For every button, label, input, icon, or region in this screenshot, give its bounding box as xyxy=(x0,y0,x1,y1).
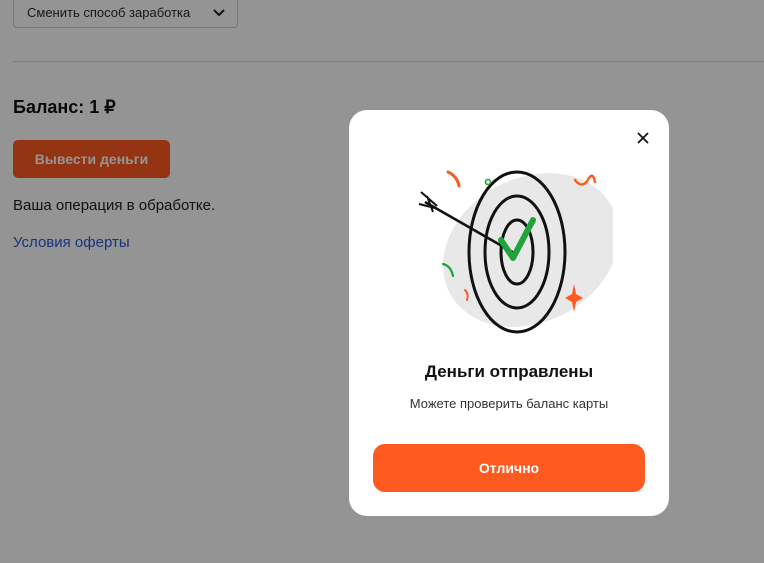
modal-subtitle: Можете проверить баланс карты xyxy=(409,396,609,411)
target-illustration xyxy=(418,170,613,334)
ok-button[interactable]: Отлично xyxy=(373,444,645,492)
modal-title: Деньги отправлены xyxy=(424,362,594,381)
success-modal: Деньги отправлены Можете проверить балан… xyxy=(349,110,669,516)
close-icon[interactable] xyxy=(635,130,651,146)
